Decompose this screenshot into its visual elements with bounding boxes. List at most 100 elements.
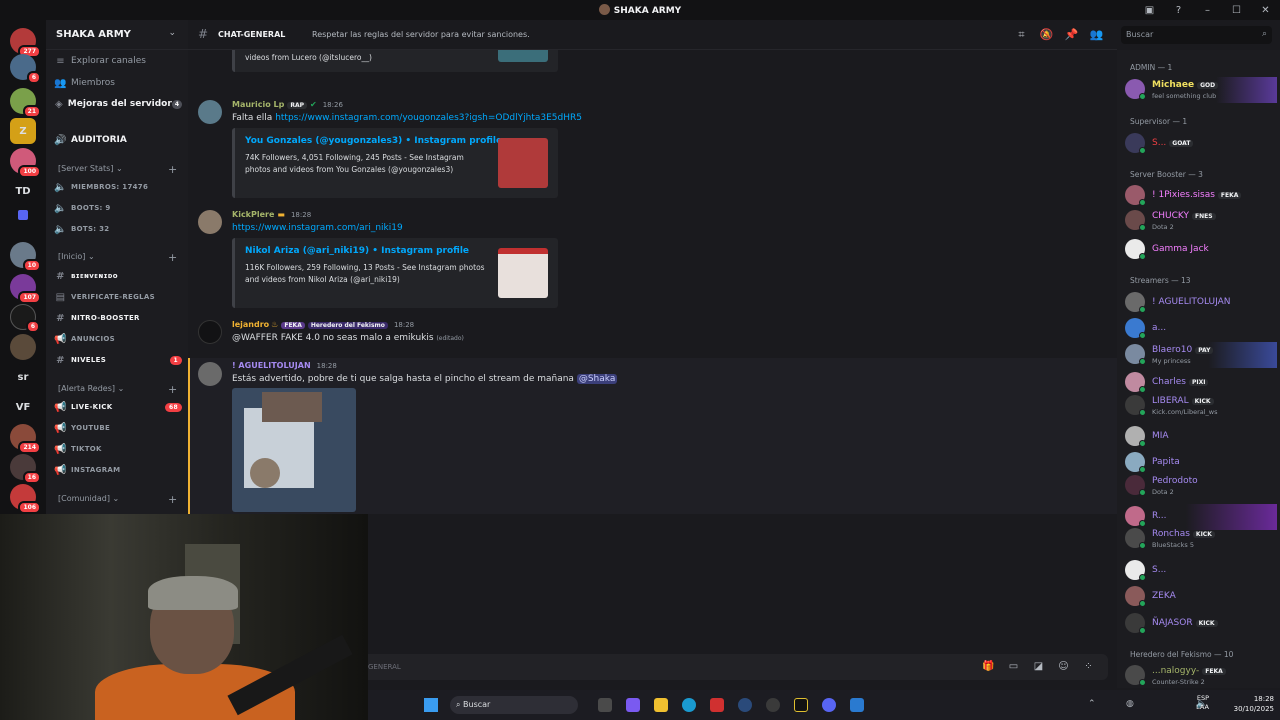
member-item[interactable]: LIBERAL KICK Kick.com/Liberal_ws <box>1125 393 1277 419</box>
channel-miembros[interactable]: 🔈 MIEMBROS: 17476 <box>54 178 182 196</box>
member-item[interactable]: Ronchas KICK BlueStacks 5 <box>1125 526 1277 552</box>
app-icon[interactable] <box>710 698 724 712</box>
user-mention[interactable]: @Shaka <box>576 374 618 384</box>
members-link[interactable]: 👥 Miembros <box>54 74 182 92</box>
mute-icon[interactable]: 🔕 <box>1034 28 1059 42</box>
member-item[interactable]: Gamma Jack <box>1125 237 1277 263</box>
member-item[interactable]: CHUCKY FNES Dota 2 <box>1125 208 1277 234</box>
system-tray[interactable]: ESP LAA 18:28 30/10/2025 <box>1196 694 1274 714</box>
add-channel-icon[interactable]: + <box>168 163 177 176</box>
channel-auditoria[interactable]: 🔊 AUDITORIA <box>54 131 182 149</box>
channel-youtube[interactable]: 📢 YOUTUBE <box>54 419 182 437</box>
server-header[interactable]: SHAKA ARMY ⌄ <box>46 20 188 50</box>
embed-thumbnail[interactable] <box>498 50 548 62</box>
channel-nitro[interactable]: # NITRO-BOOSTER <box>54 309 182 327</box>
minimize-button[interactable]: – <box>1193 5 1222 16</box>
copilot-icon[interactable] <box>626 698 640 712</box>
app-icon[interactable] <box>794 698 808 712</box>
server-icon[interactable]: 277 <box>10 28 41 58</box>
sticker-icon[interactable]: ◪ <box>1026 661 1051 672</box>
category-inicio[interactable]: [Inicio] ⌄ + <box>58 251 177 264</box>
avatar[interactable] <box>198 100 222 124</box>
channel-anuncios[interactable]: 📢 ANUNCIOS <box>54 330 182 348</box>
task-view-icon[interactable] <box>598 698 612 712</box>
emoji-icon[interactable]: ☺ <box>1051 661 1076 672</box>
message-link[interactable]: https://www.instagram.com/yougonzales3?i… <box>275 113 582 123</box>
username[interactable]: ! AGUELITOLUJAN <box>232 361 311 370</box>
chevron-up-icon[interactable]: ⌃ <box>1088 699 1096 709</box>
inbox-icon[interactable]: ▣ <box>1135 5 1164 16</box>
threads-icon[interactable]: ⌗ <box>1009 28 1034 42</box>
channel-boots[interactable]: 🔈 BOOTS: 9 <box>54 199 182 217</box>
member-item[interactable]: ÑAJASOR KICK <box>1125 611 1277 637</box>
channel-verificate[interactable]: ▤ VERIFICATE-REGLAS <box>54 288 182 306</box>
server-icon[interactable]: 10 <box>10 242 41 272</box>
member-item[interactable]: S... <box>1125 558 1277 584</box>
discord-icon[interactable] <box>822 698 836 712</box>
image-attachment[interactable] <box>232 388 356 512</box>
member-item[interactable]: ! AGUELITOLUJAN <box>1125 290 1277 316</box>
maximize-button[interactable]: ☐ <box>1222 5 1251 16</box>
server-icon[interactable]: 214 <box>10 424 41 454</box>
server-icon[interactable]: sr <box>10 364 36 390</box>
avatar[interactable] <box>198 362 222 386</box>
add-channel-icon[interactable]: + <box>168 251 177 264</box>
apps-icon[interactable]: ⁘ <box>1076 661 1101 672</box>
server-icon[interactable] <box>10 334 36 360</box>
close-button[interactable]: ✕ <box>1251 5 1280 16</box>
member-item[interactable]: Pedrodoto Dota 2 <box>1125 473 1277 499</box>
username[interactable]: KickPlere <box>232 210 274 219</box>
channel-live-kick[interactable]: 📢 LIVE-KICK 68 <box>54 398 182 416</box>
server-icon[interactable]: 21 <box>10 88 41 118</box>
message-link[interactable]: https://www.instagram.com/ari_niki19 <box>232 223 403 233</box>
member-item[interactable]: Michaee GOD feel something club <box>1125 77 1277 103</box>
category-comunidad[interactable]: [Comunidad] ⌄ + <box>58 493 177 506</box>
server-boosts-link[interactable]: ◈ Mejoras del servidor 4 <box>54 95 182 113</box>
member-item[interactable]: S... GOAT <box>1125 131 1277 157</box>
search-input[interactable]: Buscar ⌕ <box>1121 26 1272 44</box>
pin-icon[interactable]: 📌 <box>1059 28 1084 42</box>
server-folder-icon[interactable] <box>18 210 28 220</box>
server-icon[interactable]: VF <box>10 394 36 420</box>
server-icon[interactable]: 100 <box>10 148 41 178</box>
server-icon[interactable]: 6 <box>10 304 40 333</box>
server-icon[interactable]: 16 <box>10 454 41 484</box>
category-server-stats[interactable]: [Server Stats] ⌄ + <box>58 163 177 176</box>
help-icon[interactable]: ? <box>1164 5 1193 16</box>
avatar[interactable] <box>198 320 222 344</box>
category-alerta-redes[interactable]: [Alerta Redes] ⌄ + <box>58 383 177 396</box>
server-icon[interactable]: 6 <box>10 54 41 84</box>
steam-icon[interactable] <box>738 698 752 712</box>
member-item[interactable]: ZEKA <box>1125 584 1277 610</box>
member-item[interactable]: ! 1Pixies.sisas FEKA <box>1125 183 1277 209</box>
app-icon[interactable] <box>766 698 780 712</box>
username[interactable]: lejandro <box>232 320 269 329</box>
member-item[interactable]: MIA <box>1125 424 1277 450</box>
server-icon[interactable]: TD <box>10 178 36 204</box>
channel-tiktok[interactable]: 📢 TIKTOK <box>54 440 182 458</box>
avatar[interactable] <box>198 210 222 234</box>
add-channel-icon[interactable]: + <box>168 493 177 506</box>
taskbar-search[interactable]: ⌕ Buscar <box>450 696 578 714</box>
add-channel-icon[interactable]: + <box>168 383 177 396</box>
embed-title[interactable]: You Gonzales (@yougonzales3) • Instagram… <box>245 136 502 146</box>
chevron-down-icon[interactable]: ⌄ <box>168 28 176 38</box>
gift-icon[interactable]: 🎁 <box>976 661 1001 672</box>
embed-thumbnail[interactable] <box>498 138 548 188</box>
member-item[interactable]: Blaero10 PAY My princess <box>1125 342 1277 368</box>
gif-icon[interactable]: ▭ <box>1001 661 1026 672</box>
embed-thumbnail[interactable] <box>498 248 548 298</box>
member-item[interactable]: a... <box>1125 316 1277 342</box>
member-item[interactable]: ...nalogyy- FEKA Counter-Strike 2 <box>1125 663 1277 689</box>
server-icon[interactable]: 106 <box>10 484 41 514</box>
channel-bienvenido[interactable]: # ʙɪᴇɴᴠᴇɴɪᴅᴏ <box>54 267 182 285</box>
channel-instagram[interactable]: 📢 INSTAGRAM <box>54 461 182 479</box>
explore-channels-link[interactable]: ≡ Explorar canales <box>54 52 182 70</box>
channel-bots[interactable]: 🔈 BOTS: 32 <box>54 220 182 238</box>
edge-icon[interactable] <box>682 698 696 712</box>
wifi-icon[interactable]: ◍ <box>1126 699 1134 709</box>
notepad-icon[interactable] <box>850 698 864 712</box>
file-explorer-icon[interactable] <box>654 698 668 712</box>
server-icon[interactable]: Z <box>10 118 36 144</box>
member-list-icon[interactable]: 👥 <box>1084 28 1109 42</box>
